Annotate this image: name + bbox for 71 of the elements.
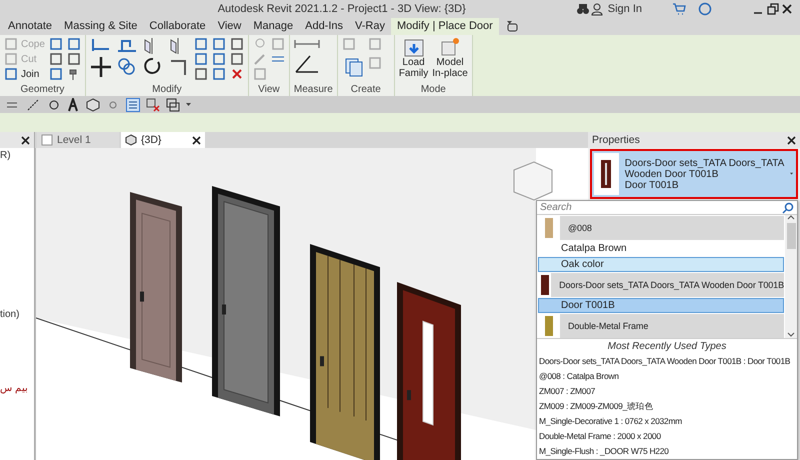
close-icon[interactable] (780, 2, 794, 16)
user-icon[interactable] (590, 2, 604, 16)
ribbon-tab[interactable]: V-Ray (349, 18, 391, 35)
recent-type-item[interactable]: Double-Metal Frame : 2000 x 2000 (537, 429, 797, 444)
type-item[interactable]: Oak color (538, 257, 784, 272)
switch-windows-icon[interactable] (166, 98, 180, 112)
dimension-tool-icon[interactable] (26, 98, 40, 112)
ribbon-tab[interactable]: Massing & Site (58, 18, 144, 35)
sign-in-link[interactable]: Sign In (608, 3, 642, 15)
document-tab[interactable]: Level 1 (37, 132, 119, 148)
browser-item[interactable]: tion) (0, 309, 34, 320)
text-icon[interactable] (66, 98, 80, 112)
ribbon-tab[interactable]: Collaborate (143, 18, 212, 35)
caret-icon (790, 172, 794, 176)
browser-item[interactable]: R) (0, 150, 34, 161)
delete-icon[interactable] (230, 67, 244, 81)
ribbon-tab[interactable]: View (212, 18, 248, 35)
family-header: Double-Metal Frame (568, 321, 648, 331)
family-header: Doors-Door sets_TATA Doors_TATA Wooden Door T001B (559, 280, 784, 290)
section-header: Most Recently Used Types (537, 339, 797, 354)
panel-label: View (257, 83, 281, 96)
customize-icon[interactable] (186, 102, 192, 106)
search-field[interactable]: Search (540, 202, 779, 213)
door-thumbnail-icon (544, 316, 554, 336)
scrollbar-thumb[interactable] (786, 223, 796, 249)
close-icon[interactable] (192, 136, 201, 144)
binoculars-icon[interactable] (576, 2, 590, 16)
ribbon-tab[interactable]: Annotate (2, 18, 58, 35)
dimension-icon[interactable] (294, 37, 320, 51)
recent-type-item[interactable]: M_Single-Decorative 1 : 0762 x 2032mm (537, 414, 797, 429)
close-icon[interactable] (787, 136, 796, 144)
browser-item[interactable]: بیم س (0, 382, 34, 394)
ribbon-tab[interactable]: Add-Ins (299, 18, 350, 35)
type-selector[interactable]: Doors-Door sets_TATA Doors_TATA Wooden Door T001B Door T001B (590, 149, 798, 199)
recent-type-item[interactable]: @008 : Catalpa Brown (537, 369, 797, 384)
type-name: Wooden Door T001B (624, 168, 720, 180)
move-icon[interactable] (90, 56, 112, 78)
panel-label: Measure (294, 83, 333, 96)
floor-plan-icon (41, 134, 53, 146)
type-item[interactable]: Door T001B (538, 298, 784, 313)
3d-view-icon (125, 134, 137, 146)
window-title: Autodesk Revit 2021.1.2 - Project1 - 3D View: {3D} (216, 3, 467, 15)
panel-label: Mode (420, 83, 447, 96)
door-thumbnail-icon (540, 275, 550, 295)
search-icon (782, 202, 794, 214)
ribbon-tab[interactable]: Modify | Place Door (391, 18, 499, 35)
recent-type-item[interactable]: Doors-Door sets_TATA Doors_TATA Wooden Door T001B : Door T001B (537, 354, 797, 369)
recent-type-item[interactable]: M_Single-Flush : _DOOR W75 H220 (537, 444, 797, 459)
panel-label: Geometry (20, 83, 66, 96)
mode-tool-button[interactable]: Model In-place (432, 37, 468, 79)
document-tab[interactable]: {3D} (121, 132, 205, 148)
panel-label: Create (350, 83, 382, 96)
cart-icon[interactable] (672, 2, 686, 16)
type-name: Doors-Door sets_TATA Doors_TATA (624, 158, 784, 168)
mode-tool-button[interactable]: Load Family (398, 37, 428, 79)
panel-label: Modify (151, 83, 183, 96)
offset-icon[interactable] (116, 37, 138, 55)
close-icon[interactable] (21, 136, 30, 144)
ribbon-tab[interactable]: Manage (247, 18, 300, 35)
scroll-down-icon[interactable] (787, 332, 795, 338)
scroll-up-icon[interactable] (787, 215, 795, 221)
thin-lines-toggle-icon[interactable] (126, 98, 140, 112)
close-hidden-icon[interactable] (146, 98, 160, 112)
recent-type-item[interactable]: ZM009 : ZM009-ZM009_琥珀色 (537, 399, 797, 414)
geometry-tool[interactable]: Join (4, 67, 40, 81)
family-header: @008 (568, 223, 592, 233)
restore-icon[interactable] (766, 2, 780, 16)
panel-title: Properties (592, 134, 640, 146)
door-thumbnail-icon (544, 218, 554, 238)
recent-type-item[interactable]: ZM007 : ZM007 (537, 384, 797, 399)
type-name: Door T001B (624, 180, 680, 190)
